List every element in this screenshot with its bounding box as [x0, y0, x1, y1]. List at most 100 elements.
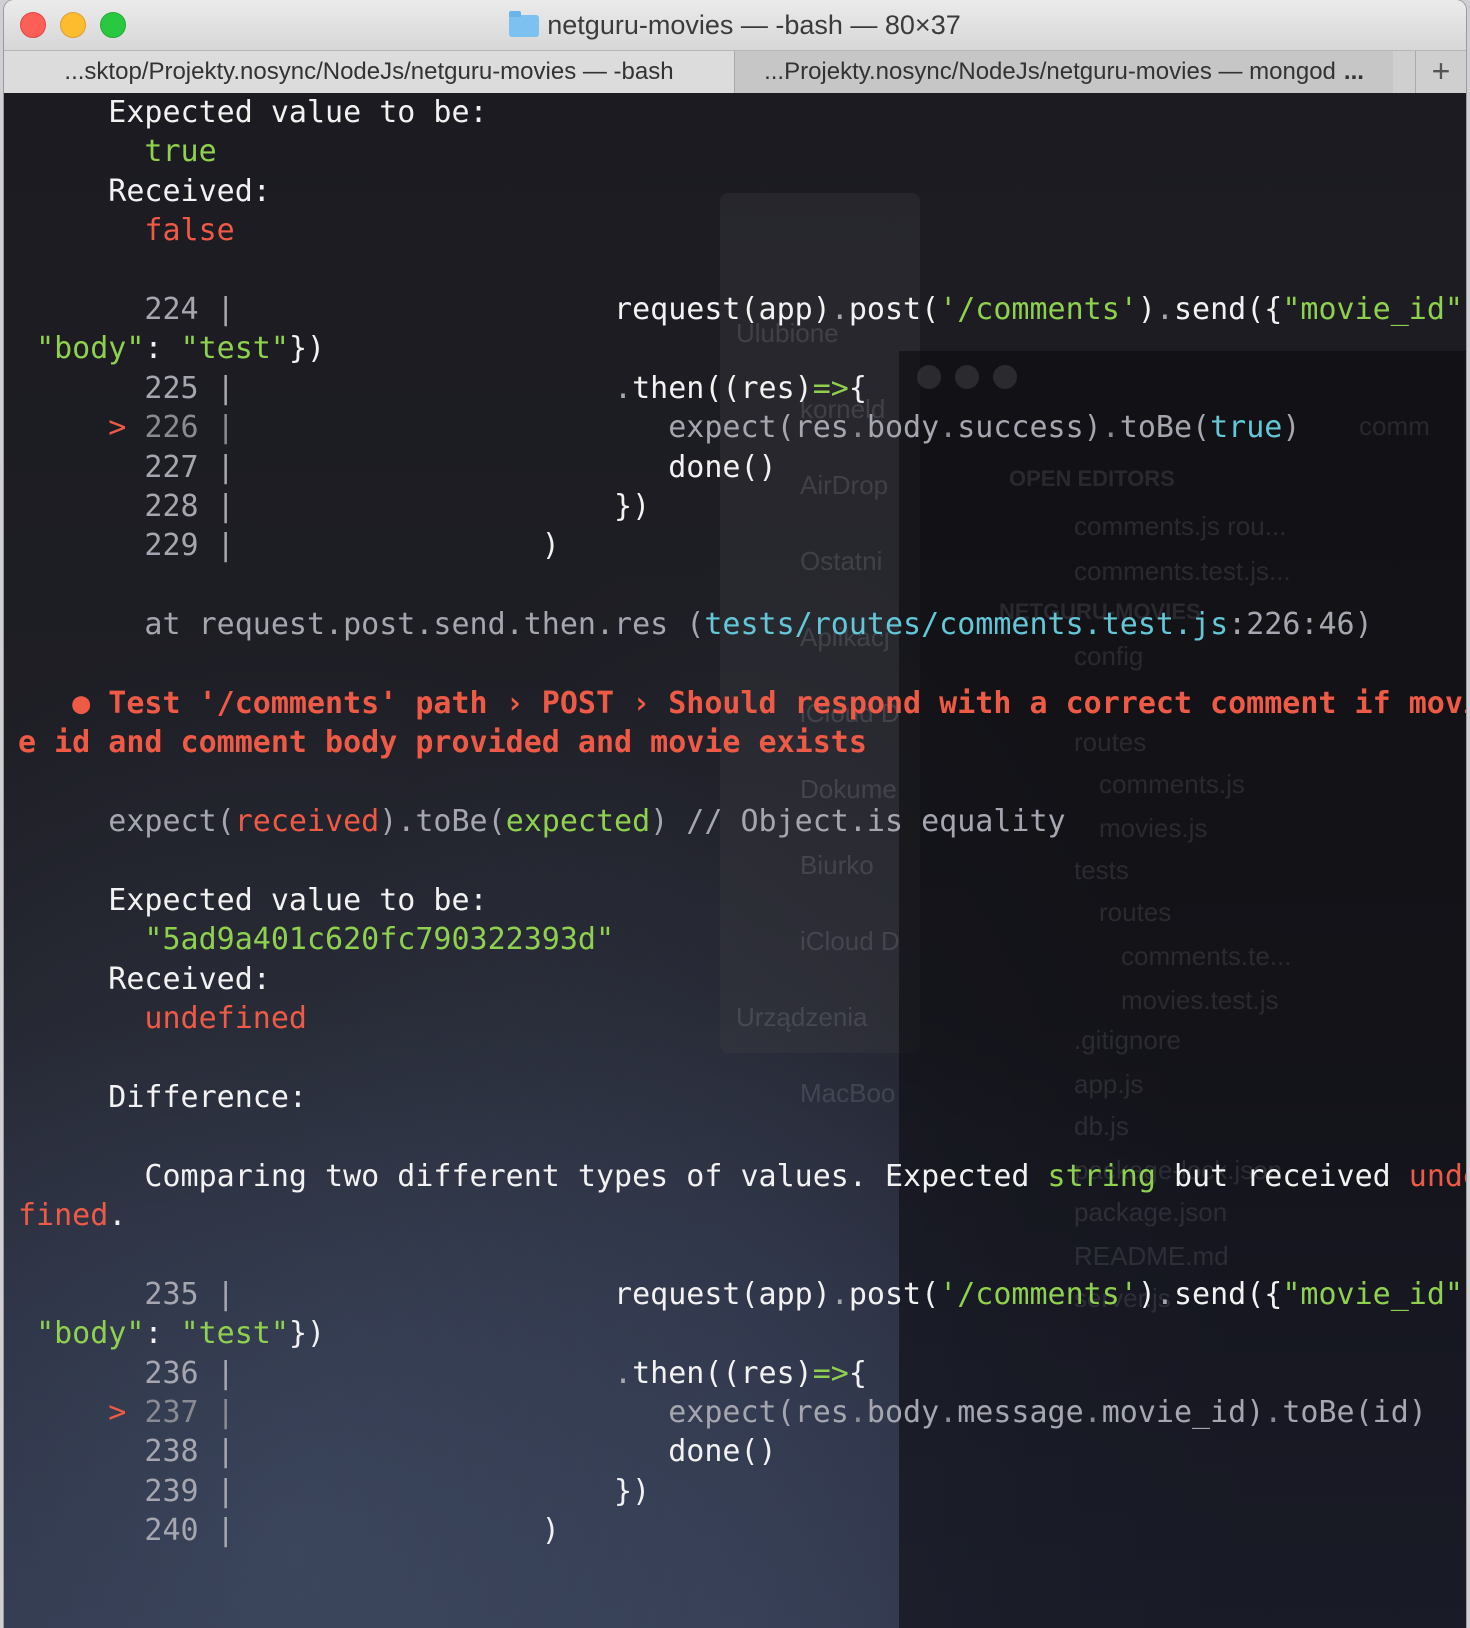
terminal-line: "body": "test"}): [18, 1314, 1466, 1353]
terminal-text: "test": [180, 331, 289, 367]
terminal-text: ): [234, 1513, 560, 1549]
terminal-text: '/comments': [939, 291, 1138, 327]
terminal-text: expect(res: [234, 1394, 849, 1430]
tab-mongod[interactable]: ...Projekty.nosync/NodeJs/netguru-movies…: [735, 51, 1393, 93]
terminal-text: string: [1047, 1158, 1156, 1194]
terminal-text: 240 |: [18, 1513, 235, 1549]
terminal-line: 225 | .then((res)=>{: [18, 369, 1466, 408]
terminal-text: ): [1282, 410, 1301, 446]
terminal-text: e id and comment body provided and movie…: [18, 725, 867, 761]
terminal-window: netguru-movies — -bash — 80×37 ...sktop/…: [4, 0, 1466, 1628]
terminal-line: 228 | }): [18, 487, 1466, 526]
terminal-line: undefined: [18, 999, 1466, 1038]
terminal-text: ): [1137, 291, 1156, 327]
terminal-text: .: [1083, 1394, 1102, 1430]
terminal-line: expect(received).toBe(expected) // Objec…: [18, 802, 1466, 841]
terminal-line: Received:: [18, 172, 1466, 211]
new-tab-button[interactable]: +: [1415, 51, 1466, 93]
terminal-text: request(app): [234, 1276, 831, 1312]
terminal-text: : id,: [1463, 292, 1466, 327]
terminal-text: toBe(: [1119, 410, 1211, 446]
terminal-text: 238 |: [18, 1434, 235, 1470]
terminal-text: 239 |: [18, 1473, 235, 1509]
terminal-text: 235 |: [18, 1276, 235, 1312]
terminal-text: tests/routes/comments.test.js: [704, 607, 1229, 643]
terminal-text: 224 |: [18, 291, 235, 327]
terminal-text: ) // Object.is equality: [650, 804, 1066, 840]
terminal-text: 229 |: [18, 528, 235, 564]
terminal-line: "5ad9a401c620fc790322393d": [18, 920, 1466, 959]
terminal-text: .: [939, 1394, 958, 1430]
terminal-text: .: [1155, 1276, 1174, 1312]
terminal-text: send({: [1173, 1276, 1283, 1312]
terminal-text: :226:46): [1228, 607, 1373, 643]
title-bar[interactable]: netguru-movies — -bash — 80×37: [4, 0, 1466, 50]
terminal-line: Expected value to be:: [18, 93, 1466, 132]
terminal-text: post(: [848, 1276, 940, 1312]
terminal-text: '/comments': [939, 1276, 1138, 1312]
terminal-text: .: [614, 370, 633, 406]
terminal-text: : id,: [1463, 1277, 1466, 1312]
terminal-output: Expected value to be: true Received: fal…: [18, 93, 1466, 1550]
terminal-text: 225 |: [18, 370, 235, 406]
terminal-text: at request.post.send.then.res (: [18, 607, 705, 643]
terminal-text: >: [18, 410, 145, 446]
terminal-text: ): [234, 528, 560, 564]
terminal-text: .: [108, 1197, 127, 1233]
window-title: netguru-movies — -bash — 80×37: [4, 10, 1466, 41]
terminal-line: e id and comment body provided and movie…: [18, 723, 1466, 762]
terminal-content[interactable]: Ulubione korneld AirDrop Ostatni Aplikacj iCl…: [4, 93, 1466, 1628]
terminal-line: > 226 | expect(res.body.success).toBe(tr…: [18, 408, 1466, 447]
terminal-line: 235 | request(app).post('/comments').sen…: [18, 1275, 1466, 1314]
tab-bar: ...sktop/Projekty.nosync/NodeJs/netguru-…: [4, 50, 1466, 94]
terminal-text: .: [1101, 410, 1120, 446]
terminal-line: ● Test '/comments' path › POST › Should …: [18, 684, 1466, 723]
terminal-text: "body": [36, 331, 145, 367]
terminal-text: request(app): [234, 291, 831, 327]
tab-bash-label: ...sktop/Projekty.nosync/NodeJs/netguru-…: [64, 58, 674, 85]
terminal-text: "movie_id": [1282, 1276, 1463, 1312]
terminal-text: success): [957, 410, 1102, 446]
terminal-line: 224 | request(app).post('/comments').sen…: [18, 290, 1466, 329]
terminal-line: "body": "test"}): [18, 329, 1466, 368]
terminal-text: received: [234, 804, 380, 840]
terminal-text: ): [1137, 1276, 1156, 1312]
terminal-text: >: [18, 1394, 145, 1430]
terminal-text: true: [1210, 410, 1283, 446]
terminal-text: send({: [1173, 291, 1283, 327]
terminal-text: 227 |: [18, 449, 235, 485]
terminal-text: unde: [1408, 1158, 1466, 1194]
terminal-text: 228 |: [18, 488, 235, 524]
terminal-text: :: [144, 331, 181, 367]
tab-overflow-indicator[interactable]: ...: [1344, 58, 1364, 85]
terminal-text: Received:: [18, 961, 271, 997]
terminal-text: "5ad9a401c620fc790322393d": [18, 922, 615, 958]
terminal-line: false: [18, 211, 1466, 250]
terminal-text: .: [848, 1394, 867, 1430]
terminal-text: }): [234, 488, 651, 524]
terminal-text: body: [866, 1394, 940, 1430]
terminal-text: 237 |: [144, 1394, 235, 1430]
terminal-text: "body": [36, 1316, 145, 1352]
terminal-line: > 237 | expect(res.body.message.movie_id…: [18, 1393, 1466, 1432]
terminal-text: Expected value to be:: [18, 882, 488, 918]
terminal-text: .: [848, 410, 867, 446]
tab-bash[interactable]: ...sktop/Projekty.nosync/NodeJs/netguru-…: [4, 51, 735, 93]
terminal-text: expected: [505, 804, 651, 840]
terminal-text: 226 |: [144, 410, 235, 446]
terminal-text: ).toBe(: [379, 804, 506, 840]
terminal-text: :: [144, 1316, 181, 1352]
folder-icon: [509, 11, 540, 37]
terminal-text: movie_id): [1101, 1394, 1265, 1430]
terminal-text: then((res): [632, 1355, 813, 1391]
terminal-line: Difference:: [18, 1078, 1466, 1117]
